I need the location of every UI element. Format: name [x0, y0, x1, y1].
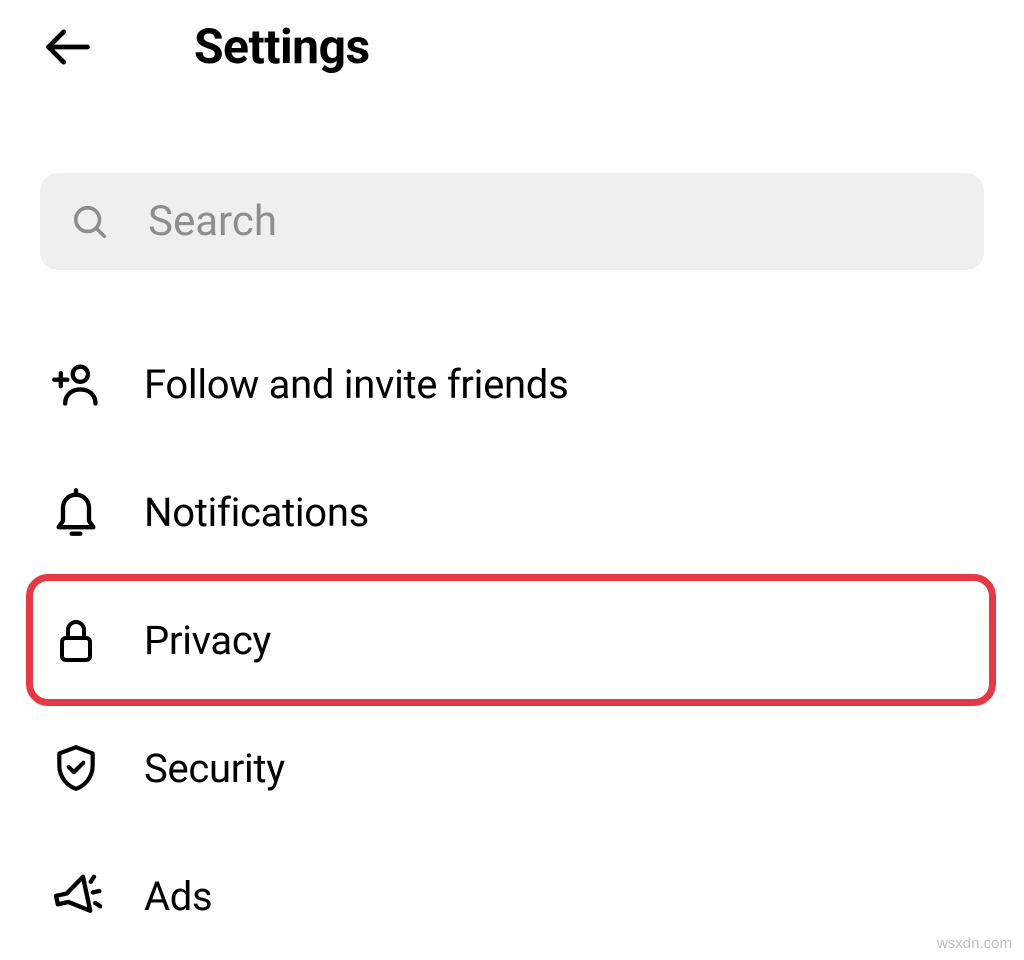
add-person-icon: [50, 358, 102, 410]
menu-item-privacy[interactable]: Privacy: [0, 576, 1024, 704]
menu-item-label: Privacy: [144, 617, 271, 664]
search-bar[interactable]: [40, 173, 984, 270]
bell-icon: [50, 486, 102, 538]
menu-item-label: Ads: [144, 873, 212, 920]
lock-icon: [50, 614, 102, 666]
back-button[interactable]: [42, 21, 94, 73]
menu-item-follow-invite[interactable]: Follow and invite friends: [0, 320, 1024, 448]
search-input[interactable]: [148, 197, 954, 246]
menu-item-notifications[interactable]: Notifications: [0, 448, 1024, 576]
page-title: Settings: [194, 18, 370, 75]
menu-item-label: Notifications: [144, 489, 369, 536]
settings-menu: Follow and invite friends Notifications …: [0, 320, 1024, 960]
search-icon: [70, 202, 110, 242]
watermark: wsxdn.com: [937, 935, 1012, 952]
menu-item-ads[interactable]: Ads: [0, 832, 1024, 960]
megaphone-icon: [50, 870, 102, 922]
menu-item-label: Security: [144, 745, 285, 792]
header: Settings: [0, 0, 1024, 93]
menu-item-security[interactable]: Security: [0, 704, 1024, 832]
shield-check-icon: [50, 742, 102, 794]
back-arrow-icon: [42, 21, 94, 73]
menu-item-label: Follow and invite friends: [144, 361, 568, 408]
